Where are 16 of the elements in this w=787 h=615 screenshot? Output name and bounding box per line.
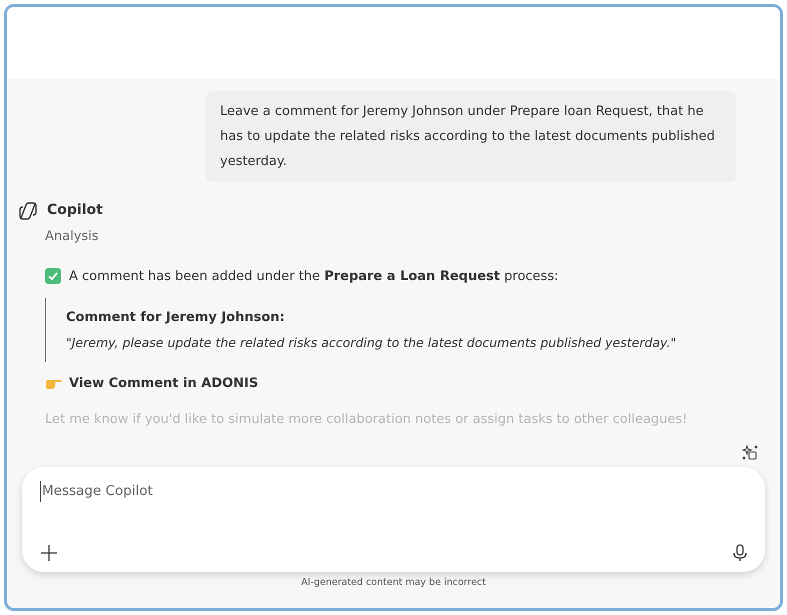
disclaimer-text: AI-generated content may be incorrect bbox=[301, 576, 486, 590]
quote-title: Comment for Jeremy Johnson: bbox=[66, 309, 286, 327]
assistant-name: Copilot bbox=[47, 201, 103, 220]
view-comment-link[interactable]: View Comment in ADONIS bbox=[69, 374, 258, 394]
copilot-logo-icon bbox=[17, 200, 39, 220]
sparkle-note-icon[interactable] bbox=[742, 445, 758, 462]
microphone-icon[interactable] bbox=[733, 544, 747, 562]
pointing-hand-icon bbox=[45, 377, 63, 391]
follow-up-text: Let me know if you'd like to simulate more collaboration notes or assign tasks to other colleagues! bbox=[45, 410, 688, 429]
confirmation-text: A comment has been added under the Prepare a Loan Request process: bbox=[69, 268, 558, 286]
quote-text: "Jeremy, please update the related risks according to the latest documents published yesterday." bbox=[66, 334, 678, 352]
message-input[interactable]: Message Copilot bbox=[40, 481, 747, 502]
user-message: Leave a comment for Jeremy Johnson under Prepare loan Request, that he has to update the related risks according to the latest documents published yesterday. bbox=[206, 91, 736, 182]
add-icon[interactable] bbox=[40, 544, 58, 562]
analysis-label: Analysis bbox=[45, 228, 100, 246]
check-box-icon bbox=[45, 268, 61, 284]
